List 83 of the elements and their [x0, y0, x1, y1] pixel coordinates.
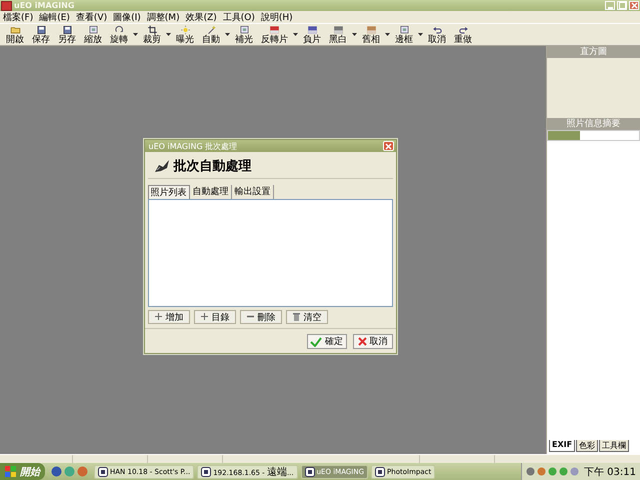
picture-icon: [88, 24, 98, 34]
toolbar-button[interactable]: 旋轉: [106, 24, 132, 44]
menu-item[interactable]: 說明(H): [260, 10, 293, 24]
photo-icon: [366, 24, 376, 34]
dropdown-arrow-icon[interactable]: [293, 33, 298, 36]
app-icon: [201, 466, 212, 476]
cancel-button[interactable]: 取消: [352, 334, 392, 349]
toolbar-button[interactable]: 縮放: [80, 24, 106, 44]
toolbar-button[interactable]: 補光: [231, 24, 257, 44]
tab[interactable]: 工具欄: [599, 440, 630, 452]
toolbar-button[interactable]: 反轉片: [257, 24, 292, 44]
wand-icon: [206, 24, 216, 34]
tab[interactable]: EXIF: [549, 440, 576, 452]
toolbar-button[interactable]: 黑白: [325, 24, 351, 44]
photo-icon: [306, 24, 318, 34]
toolbar-button[interactable]: 邊框: [391, 24, 417, 44]
toolbar-button[interactable]: 曝光: [172, 24, 198, 44]
checkmark-icon: [310, 336, 322, 346]
dialog-title: uEO iMAGING 批次處理: [148, 140, 238, 152]
photo-list[interactable]: [148, 199, 392, 307]
toolbar-button[interactable]: 重做: [450, 24, 476, 44]
crop-icon: [146, 24, 158, 34]
ok-button[interactable]: 確定: [306, 334, 346, 349]
quick-launch-icon[interactable]: [77, 466, 88, 477]
dropdown-arrow-icon[interactable]: [225, 33, 230, 36]
dropdown-arrow-icon[interactable]: [418, 33, 423, 36]
picture-icon: [398, 24, 410, 34]
close-icon: [384, 142, 392, 150]
list-button[interactable]: 刪除: [240, 310, 282, 324]
plus-icon: [200, 312, 208, 322]
dialog-heading: 批次自動處理: [174, 158, 252, 175]
toolbar-button[interactable]: 另存: [54, 24, 80, 44]
hand-icon: [154, 159, 170, 173]
menu-item[interactable]: 編輯(E): [39, 10, 70, 24]
picture-icon: [238, 24, 250, 34]
quick-launch-icon[interactable]: [51, 466, 62, 477]
close-icon: [630, 2, 638, 9]
start-button[interactable]: 開始: [0, 463, 45, 480]
tab[interactable]: 色彩: [576, 440, 598, 452]
photo-icon: [332, 24, 344, 34]
redo-icon: [458, 24, 468, 34]
panel-title: 照片信息摘要: [547, 118, 640, 130]
dropdown-arrow-icon[interactable]: [166, 33, 171, 36]
menu-item[interactable]: 檔案(F): [3, 10, 34, 24]
plus-icon: [154, 312, 162, 322]
sun-icon: [180, 24, 190, 34]
clock: 下午 03:11: [584, 466, 636, 478]
toolbar-button[interactable]: 裁剪: [139, 24, 165, 44]
toolbar-button[interactable]: 負片: [299, 24, 325, 44]
menu-item[interactable]: 效果(Z): [186, 10, 217, 24]
panel-title: 直方圖: [547, 46, 640, 58]
toolbar-button[interactable]: 保存: [28, 24, 54, 44]
menu-item[interactable]: 工具(O): [222, 10, 255, 24]
list-button[interactable]: 清空: [286, 310, 328, 324]
photo-icon: [269, 24, 280, 34]
menu-item[interactable]: 查看(V): [76, 10, 108, 24]
window-title: uEO iMAGING: [14, 1, 74, 10]
app-icon: [375, 466, 386, 476]
toolbar-button[interactable]: 自動: [198, 24, 224, 44]
windows-logo-icon: [5, 466, 17, 478]
maximize-button[interactable]: [617, 1, 627, 10]
app-icon: [1, 0, 12, 10]
maximize-icon: [618, 2, 626, 9]
toolbar-button[interactable]: 舊相: [358, 24, 384, 44]
dropdown-arrow-icon[interactable]: [352, 33, 357, 36]
menu-item[interactable]: 調整(M): [146, 10, 180, 24]
menu-item[interactable]: 圖像(I): [113, 10, 141, 24]
undo-icon: [432, 24, 442, 34]
trash-icon: [292, 312, 300, 322]
list-button[interactable]: 目錄: [194, 310, 236, 324]
app-icon: [304, 466, 315, 476]
close-button[interactable]: [629, 1, 639, 10]
cross-icon: [358, 337, 366, 346]
list-button[interactable]: 增加: [148, 310, 190, 324]
toolbar-button[interactable]: 開啟: [2, 24, 28, 44]
dropdown-arrow-icon[interactable]: [133, 33, 138, 36]
rotate-icon: [114, 24, 124, 34]
close-button[interactable]: [382, 141, 394, 151]
tab[interactable]: 照片列表: [148, 185, 190, 199]
dropdown-arrow-icon[interactable]: [385, 33, 390, 36]
app-icon: [98, 466, 108, 476]
toolbar-button[interactable]: 取消: [424, 24, 450, 44]
minimize-button[interactable]: [605, 1, 615, 10]
